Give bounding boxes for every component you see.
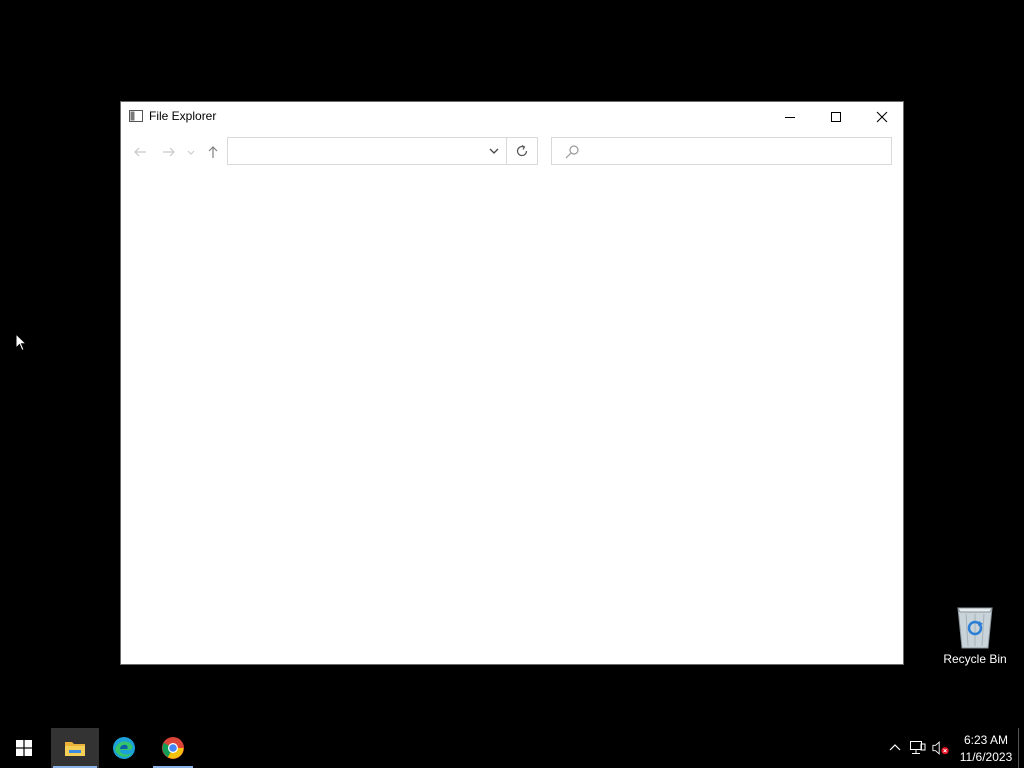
recycle-bin-shortcut[interactable]: Recycle Bin: [938, 600, 1012, 670]
clock-date: 11/6/2023: [959, 750, 1013, 764]
chevron-down-icon: [187, 150, 195, 155]
window-title: File Explorer: [149, 109, 217, 123]
taskbar-edge[interactable]: [100, 728, 148, 768]
arrow-up-icon: [208, 146, 218, 158]
chevron-up-icon: [889, 744, 901, 751]
maximize-icon: [831, 111, 841, 122]
network-tray-button[interactable]: [909, 738, 927, 758]
taskbar-clock[interactable]: 6:23 AM 11/6/2023: [956, 730, 1016, 766]
clock-time: 6:23 AM: [963, 733, 1009, 747]
chrome-icon: [162, 737, 184, 759]
file-list-area[interactable]: [121, 172, 903, 664]
show-desktop-button[interactable]: [1018, 728, 1024, 768]
recycle-bin-label: Recycle Bin: [943, 652, 1007, 666]
back-button[interactable]: [128, 140, 152, 164]
search-icon: [565, 145, 579, 159]
file-explorer-icon: [129, 110, 143, 122]
windows-logo-icon: [16, 740, 32, 756]
taskbar-file-explorer[interactable]: [51, 728, 99, 768]
maximize-button[interactable]: [813, 102, 859, 131]
arrow-left-icon: [134, 147, 146, 157]
volume-muted-icon: [932, 741, 949, 755]
arrow-right-icon: [163, 147, 175, 157]
title-bar[interactable]: File Explorer: [121, 102, 903, 132]
refresh-button[interactable]: [507, 137, 538, 165]
mouse-cursor-icon: [15, 333, 28, 352]
address-dropdown-button[interactable]: [482, 138, 506, 164]
recycle-bin-icon: [957, 607, 993, 649]
refresh-icon: [516, 144, 528, 157]
close-button[interactable]: [859, 102, 905, 131]
edge-icon: [113, 737, 135, 759]
search-box[interactable]: [551, 137, 892, 165]
volume-tray-button[interactable]: [932, 738, 950, 758]
minimize-icon: [785, 116, 795, 118]
show-hidden-icons-button[interactable]: [886, 738, 904, 758]
network-icon: [910, 741, 926, 754]
folder-icon: [65, 742, 85, 756]
up-button[interactable]: [201, 140, 225, 164]
start-button[interactable]: [0, 728, 48, 768]
forward-button[interactable]: [157, 140, 181, 164]
recent-locations-button[interactable]: [184, 140, 198, 164]
chevron-down-icon: [489, 148, 499, 154]
taskbar: 6:23 AM 11/6/2023: [0, 728, 1024, 768]
taskbar-chrome[interactable]: [149, 728, 197, 768]
address-bar[interactable]: [227, 137, 507, 165]
search-input[interactable]: [586, 142, 885, 162]
close-icon: [876, 111, 888, 122]
minimize-button[interactable]: [767, 102, 813, 131]
desktop: File Explorer Recycle Bin: [0, 0, 1024, 728]
file-explorer-window: File Explorer: [120, 101, 904, 665]
address-input[interactable]: [232, 142, 476, 162]
